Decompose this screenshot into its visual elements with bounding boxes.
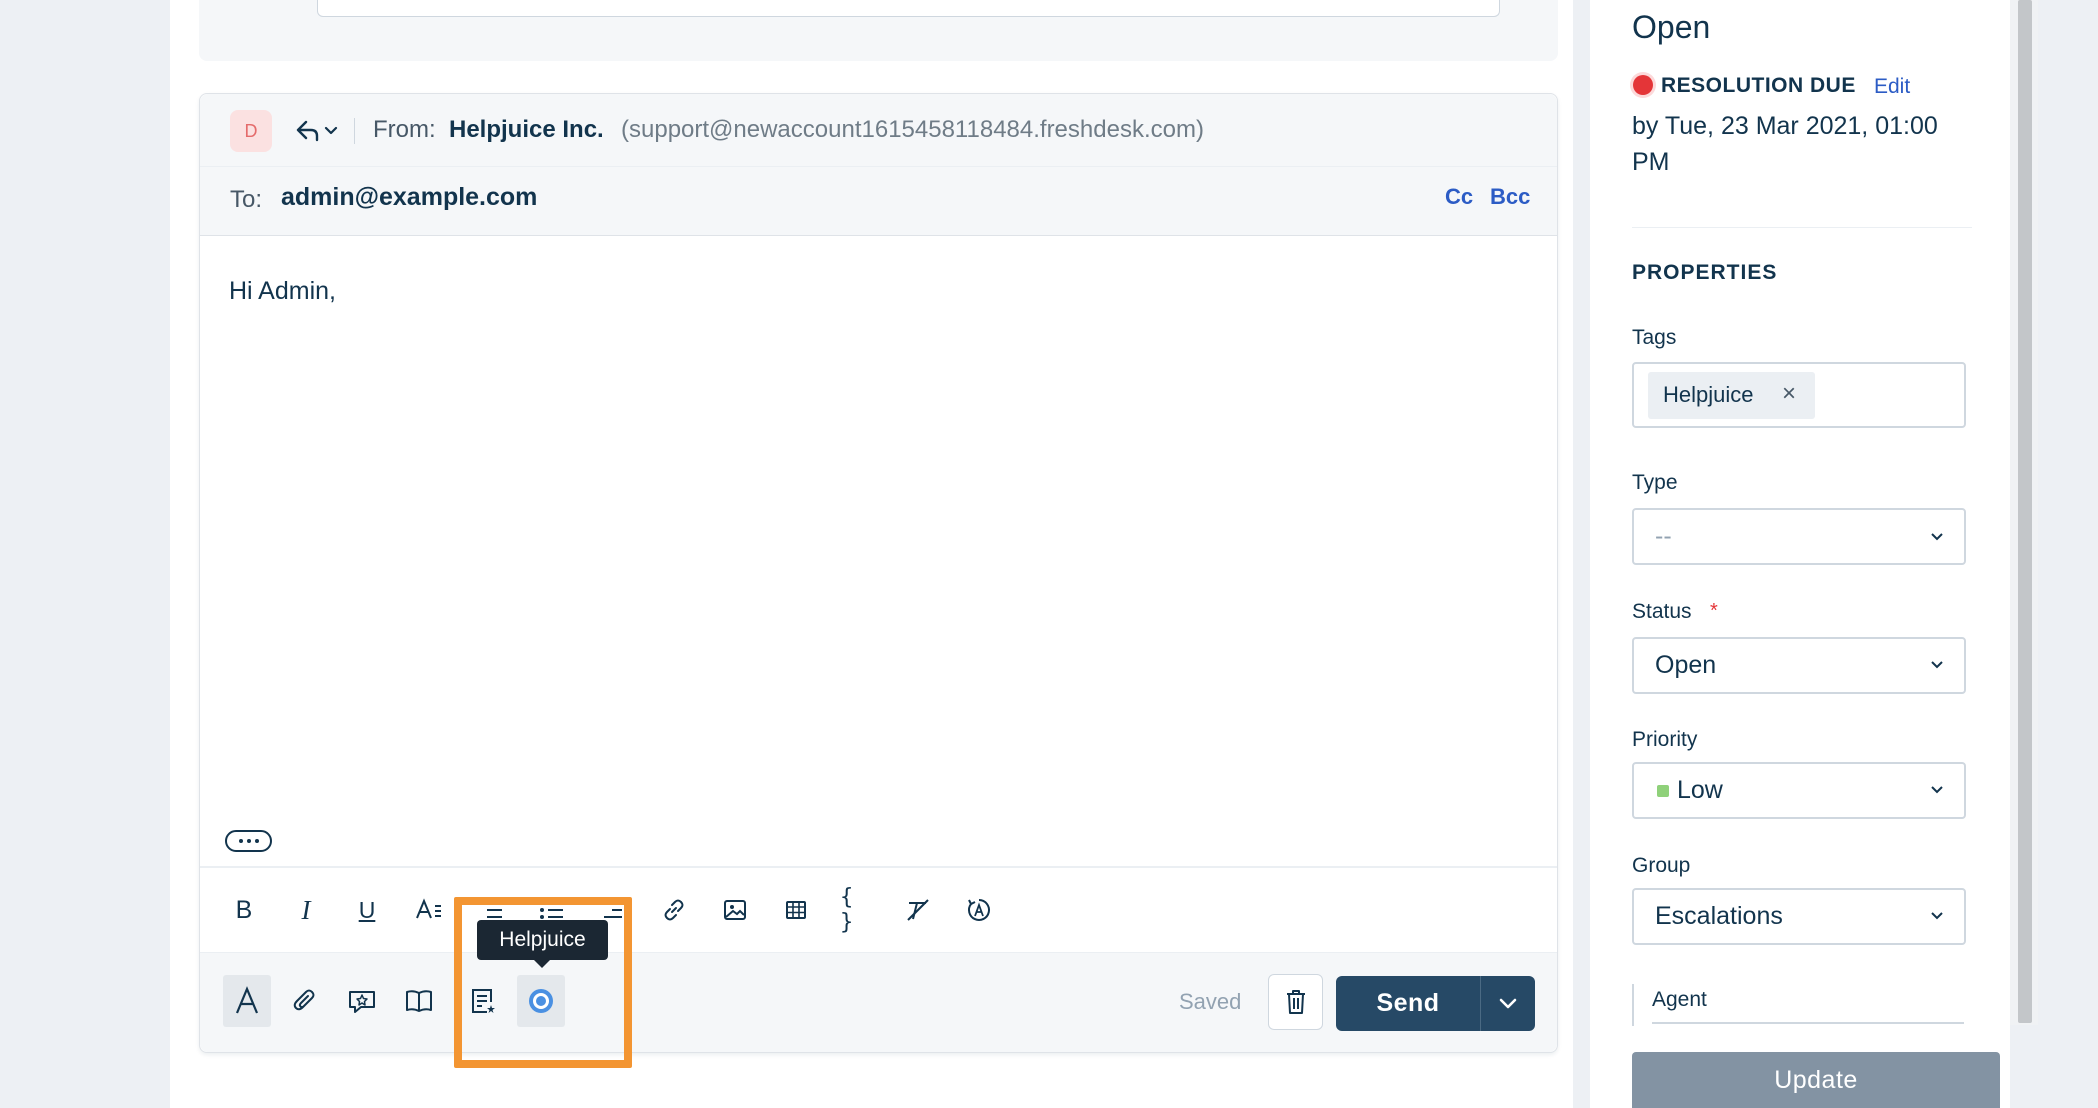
trash-icon: [1286, 990, 1305, 1014]
spellcheck-button[interactable]: [962, 893, 996, 927]
update-button[interactable]: Update: [1632, 1052, 2000, 1108]
status-label: Status: [1632, 600, 1692, 623]
code-button[interactable]: { }: [840, 885, 874, 935]
resolution-due-label: RESOLUTION DUE: [1661, 74, 1856, 97]
font-size-icon: [416, 898, 441, 919]
formatting-toggle-button[interactable]: [223, 975, 271, 1027]
canned-response-icon: [349, 991, 375, 1013]
sidebar-scrollbar-thumb[interactable]: [2018, 0, 2032, 1023]
reply-editor-card: [199, 93, 1558, 1053]
from-name[interactable]: Helpjuice Inc.: [449, 115, 604, 145]
tag-label: Helpjuice: [1663, 382, 1754, 407]
to-field[interactable]: admin@example.com: [281, 182, 537, 212]
tooltip-arrow: [533, 959, 551, 968]
link-button[interactable]: [657, 893, 691, 927]
italic-button[interactable]: I: [289, 893, 323, 927]
spellcheck-icon: [968, 899, 990, 921]
underline-button[interactable]: U: [350, 893, 384, 927]
resolution-due-date: by Tue, 23 Mar 2021, 01:00 PM: [1632, 112, 1938, 176]
sidebar-divider: [1632, 227, 1972, 228]
edit-due-date-link[interactable]: Edit: [1874, 74, 1910, 100]
underline-icon: U: [358, 896, 376, 923]
link-icon: [664, 899, 684, 921]
reply-arrow-icon: [296, 120, 338, 142]
helpjuice-tooltip: Helpjuice: [477, 920, 608, 960]
draft-saved-status: Saved: [1179, 989, 1242, 1014]
agent-field-edge: [1632, 984, 1634, 1026]
chevron-down-icon: [1931, 786, 1943, 794]
reply-type-dropdown[interactable]: [290, 114, 348, 148]
code-braces-icon: { }: [840, 885, 854, 935]
agent-select-top-edge[interactable]: [1652, 1022, 1964, 1024]
group-value: Escalations: [1655, 902, 1783, 930]
email-body[interactable]: Hi Admin,: [229, 275, 336, 307]
previous-card-field: [317, 0, 1500, 17]
send-button[interactable]: Send: [1336, 976, 1480, 1031]
editor-divider: [200, 866, 1557, 868]
type-value: --: [1655, 522, 1672, 550]
paperclip-icon: [293, 989, 315, 1011]
discard-draft-button[interactable]: [1268, 974, 1323, 1030]
from-divider: [354, 118, 355, 144]
insert-table-button[interactable]: [779, 893, 813, 927]
tags-label: Tags: [1632, 326, 1677, 349]
priority-label: Priority: [1632, 728, 1698, 751]
type-label: Type: [1632, 471, 1678, 494]
from-email: (support@newaccount1615458118484.freshde…: [621, 116, 1204, 143]
properties-heading: PROPERTIES: [1632, 261, 1778, 284]
text-format-icon: [235, 986, 259, 1014]
show-quoted-text-button[interactable]: [225, 830, 272, 852]
due-status-dot: [1633, 75, 1653, 95]
to-label: To:: [230, 186, 263, 213]
priority-color-dot: [1657, 785, 1669, 797]
clear-format-button[interactable]: [901, 893, 935, 927]
remove-tag-icon[interactable]: ×: [1782, 380, 1796, 408]
italic-icon: I: [301, 894, 311, 925]
required-marker: *: [1710, 600, 1718, 622]
attach-button[interactable]: [281, 975, 329, 1027]
group-label: Group: [1632, 854, 1691, 877]
cc-button[interactable]: Cc: [1445, 182, 1473, 212]
type-select[interactable]: [1632, 508, 1966, 565]
chevron-down-icon: [1931, 661, 1943, 669]
bcc-button[interactable]: Bcc: [1490, 182, 1530, 212]
image-icon: [724, 900, 746, 920]
chevron-down-icon: [1931, 533, 1943, 541]
agent-label: Agent: [1652, 988, 1707, 1011]
priority-value: Low: [1677, 776, 1723, 804]
table-icon: [786, 901, 806, 919]
send-options-dropdown[interactable]: [1480, 976, 1535, 1031]
from-label: From:: [373, 116, 436, 143]
canned-response-button[interactable]: [338, 975, 386, 1027]
chevron-down-icon: [1499, 998, 1517, 1008]
bold-button[interactable]: B: [227, 893, 261, 927]
insert-image-button[interactable]: [718, 893, 752, 927]
book-icon: [406, 990, 432, 1012]
avatar[interactable]: D: [230, 110, 272, 152]
chevron-down-icon: [1931, 912, 1943, 920]
ticket-status-heading: Open: [1632, 9, 1711, 45]
bold-icon: B: [235, 895, 253, 924]
font-size-button[interactable]: [412, 893, 446, 927]
status-value: Open: [1655, 651, 1717, 679]
clear-format-icon: [907, 899, 929, 921]
solutions-button[interactable]: [395, 975, 443, 1027]
